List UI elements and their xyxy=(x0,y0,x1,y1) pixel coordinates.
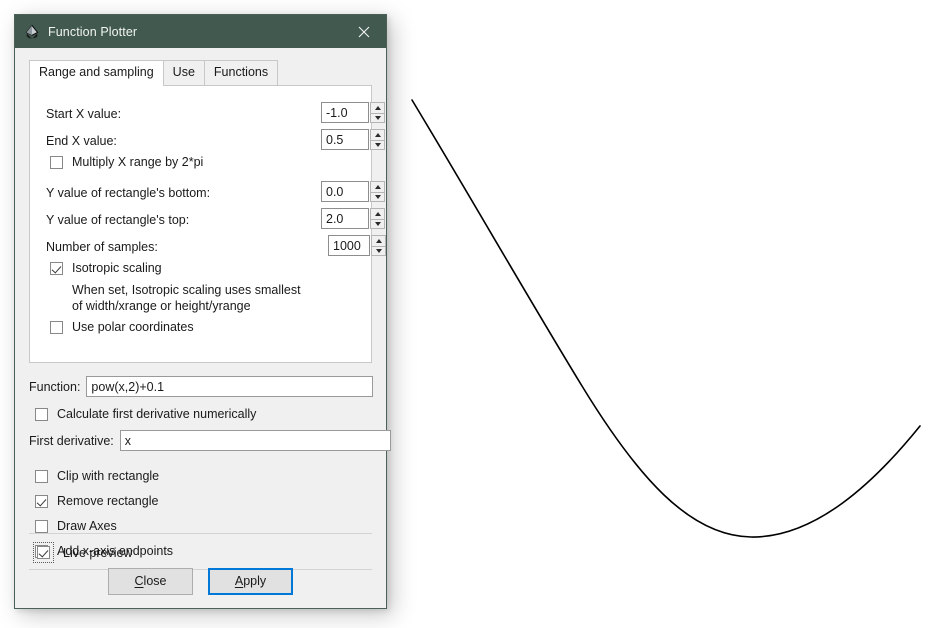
chevron-up-icon xyxy=(376,239,382,243)
remove-rectangle-label: Remove rectangle xyxy=(57,494,158,508)
chevron-up-icon xyxy=(375,212,381,216)
multiply-2pi-row[interactable]: Multiply X range by 2*pi xyxy=(50,155,203,169)
dialog-button-bar: Close Apply xyxy=(15,554,386,608)
use-polar-coordinates-label: Use polar coordinates xyxy=(72,320,194,334)
isotropic-hint: When set, Isotropic scaling uses smalles… xyxy=(72,282,301,314)
chevron-up-icon xyxy=(375,133,381,137)
function-plotter-dialog: Function Plotter Range and sampling Use … xyxy=(14,14,387,609)
chevron-up-icon xyxy=(375,106,381,110)
rect-top-input[interactable]: 2.0 xyxy=(321,208,369,229)
samples-spinner[interactable]: 1000 xyxy=(328,235,386,256)
use-polar-coordinates-row[interactable]: Use polar coordinates xyxy=(50,320,194,334)
rect-bottom-decrement-button[interactable] xyxy=(370,192,385,203)
apply-button-label: Apply xyxy=(235,574,266,588)
chevron-down-icon xyxy=(375,116,381,120)
tab-range-and-sampling[interactable]: Range and sampling xyxy=(29,60,164,86)
end-x-increment-button[interactable] xyxy=(370,129,385,140)
tab-label: Range and sampling xyxy=(39,65,154,79)
isotropic-scaling-checkbox[interactable] xyxy=(50,262,63,275)
tab-use[interactable]: Use xyxy=(163,60,205,85)
draw-axes-row[interactable]: Draw Axes xyxy=(35,519,117,533)
rect-top-increment-button[interactable] xyxy=(370,208,385,219)
samples-decrement-button[interactable] xyxy=(371,246,386,257)
close-window-button[interactable] xyxy=(342,15,386,48)
rect-bottom-increment-button[interactable] xyxy=(370,181,385,192)
chevron-down-icon xyxy=(375,222,381,226)
chevron-up-icon xyxy=(375,185,381,189)
samples-label: Number of samples: xyxy=(46,240,158,254)
dialog-titlebar[interactable]: Function Plotter xyxy=(15,15,386,48)
end-x-input[interactable]: 0.5 xyxy=(321,129,369,150)
apply-button[interactable]: Apply xyxy=(208,568,293,595)
tabstrip: Range and sampling Use Functions xyxy=(15,48,386,85)
isotropic-scaling-row[interactable]: Isotropic scaling xyxy=(50,261,162,275)
chevron-down-icon xyxy=(375,143,381,147)
start-x-input[interactable]: -1.0 xyxy=(321,102,369,123)
isotropic-hint-line-2: of width/xrange or height/yrange xyxy=(72,298,301,314)
function-curve-path xyxy=(412,100,920,537)
remove-rectangle-checkbox[interactable] xyxy=(35,495,48,508)
rect-top-decrement-button[interactable] xyxy=(370,219,385,230)
multiply-2pi-checkbox[interactable] xyxy=(50,156,63,169)
separator-above-live-preview xyxy=(29,533,372,534)
function-row: Function: pow(x,2)+0.1 xyxy=(29,376,373,397)
draw-axes-label: Draw Axes xyxy=(57,519,117,533)
dialog-title: Function Plotter xyxy=(48,25,137,39)
close-button-label: Close xyxy=(135,574,167,588)
first-derivative-input[interactable]: x xyxy=(120,430,391,451)
calculate-derivative-label: Calculate first derivative numerically xyxy=(57,407,256,421)
start-x-label: Start X value: xyxy=(46,107,121,121)
start-x-spinner[interactable]: -1.0 xyxy=(321,102,385,123)
first-derivative-label: First derivative: xyxy=(29,434,114,448)
start-x-increment-button[interactable] xyxy=(370,102,385,113)
draw-axes-checkbox[interactable] xyxy=(35,520,48,533)
remove-rectangle-row[interactable]: Remove rectangle xyxy=(35,494,158,508)
close-icon xyxy=(358,26,370,38)
start-x-decrement-button[interactable] xyxy=(370,113,385,124)
clip-with-rectangle-row[interactable]: Clip with rectangle xyxy=(35,469,159,483)
function-section: Function: pow(x,2)+0.1 Calculate first d… xyxy=(29,363,372,463)
close-button[interactable]: Close xyxy=(108,568,193,595)
end-x-spinner[interactable]: 0.5 xyxy=(321,129,385,150)
rect-bottom-input[interactable]: 0.0 xyxy=(321,181,369,202)
rect-top-spinner[interactable]: 2.0 xyxy=(321,208,385,229)
first-derivative-row: First derivative: x xyxy=(29,430,391,451)
range-and-sampling-panel: Start X value: -1.0 End X value: 0.5 xyxy=(29,85,372,363)
inkscape-diamond-icon xyxy=(24,24,40,40)
calculate-derivative-checkbox[interactable] xyxy=(35,408,48,421)
tab-functions[interactable]: Functions xyxy=(204,60,278,85)
samples-input[interactable]: 1000 xyxy=(328,235,370,256)
tab-label: Functions xyxy=(214,65,268,79)
tab-label: Use xyxy=(173,65,195,79)
function-label: Function: xyxy=(29,380,80,394)
chevron-down-icon xyxy=(375,195,381,199)
end-x-decrement-button[interactable] xyxy=(370,140,385,151)
isotropic-hint-line-1: When set, Isotropic scaling uses smalles… xyxy=(72,282,301,298)
isotropic-scaling-label: Isotropic scaling xyxy=(72,261,162,275)
clip-with-rectangle-label: Clip with rectangle xyxy=(57,469,159,483)
rect-bottom-label: Y value of rectangle's bottom: xyxy=(46,186,210,200)
rect-bottom-spinner[interactable]: 0.0 xyxy=(321,181,385,202)
function-input[interactable]: pow(x,2)+0.1 xyxy=(86,376,373,397)
dialog-content: Range and sampling Use Functions Start X… xyxy=(15,48,386,608)
multiply-2pi-label: Multiply X range by 2*pi xyxy=(72,155,203,169)
end-x-label: End X value: xyxy=(46,134,117,148)
chevron-down-icon xyxy=(376,249,382,253)
samples-increment-button[interactable] xyxy=(371,235,386,246)
rect-top-label: Y value of rectangle's top: xyxy=(46,213,189,227)
clip-with-rectangle-checkbox[interactable] xyxy=(35,470,48,483)
calculate-derivative-row[interactable]: Calculate first derivative numerically xyxy=(35,407,256,421)
use-polar-coordinates-checkbox[interactable] xyxy=(50,321,63,334)
